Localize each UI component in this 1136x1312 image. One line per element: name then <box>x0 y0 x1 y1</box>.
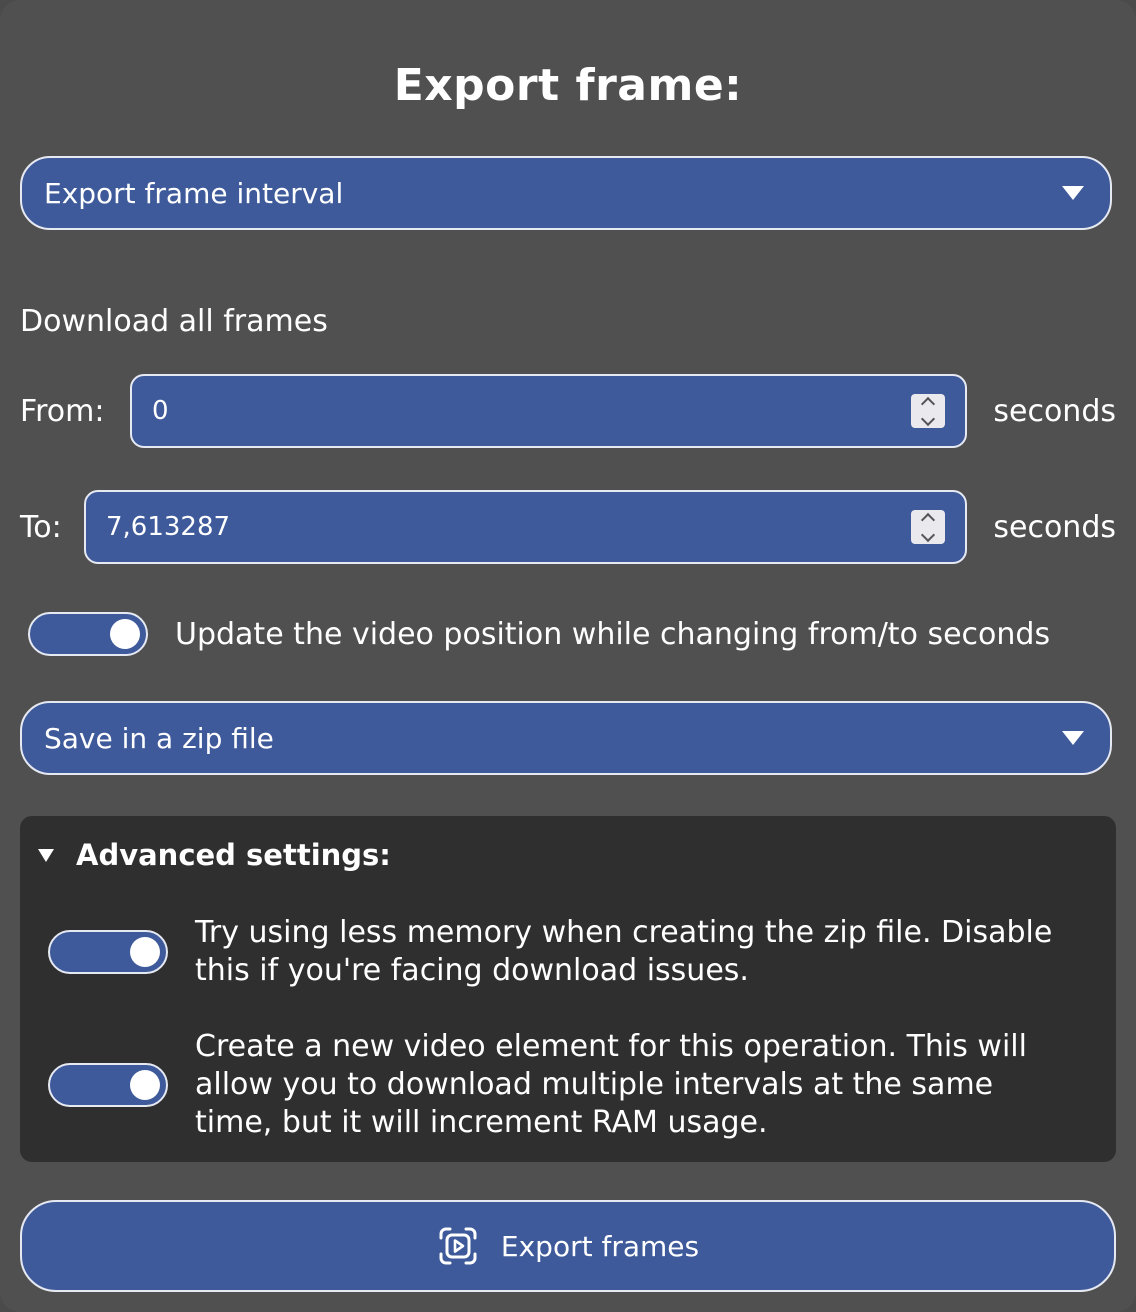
new-video-element-label-line: Create a new video element for this oper… <box>195 1029 1027 1064</box>
new-video-element-toggle[interactable] <box>48 1063 168 1107</box>
disclosure-triangle-icon <box>38 848 54 862</box>
toggle-knob <box>130 1070 160 1100</box>
save-format-select[interactable]: Save in a zip file <box>20 701 1112 775</box>
to-label: To: <box>20 510 62 545</box>
advanced-settings-summary[interactable]: Advanced settings: <box>38 838 391 872</box>
dropdown-caret-icon <box>1062 186 1084 200</box>
low-memory-label-line: Try using less memory when creating the … <box>195 915 1053 950</box>
low-memory-toggle[interactable] <box>48 930 168 974</box>
chevron-down-icon <box>920 411 936 426</box>
update-position-toggle[interactable] <box>28 612 148 656</box>
from-unit-label: seconds <box>993 394 1116 429</box>
dialog-title: Export frame: <box>393 60 743 111</box>
dropdown-caret-icon <box>1062 731 1084 745</box>
export-mode-value: Export frame interval <box>44 176 344 210</box>
low-memory-label: Try using less memory when creating the … <box>195 914 1052 990</box>
new-video-element-label: Create a new video element for this oper… <box>195 1028 1027 1142</box>
play-frame-icon <box>439 1227 477 1265</box>
advanced-settings-title: Advanced settings: <box>76 838 391 872</box>
from-seconds-input[interactable]: 0 <box>130 374 967 448</box>
toggle-knob <box>110 619 140 649</box>
low-memory-label-line: this if you're facing download issues. <box>195 953 749 988</box>
from-seconds-value: 0 <box>152 396 169 426</box>
export-frame-dialog: Export frame: Export frame interval Down… <box>0 0 1136 1312</box>
to-spinner[interactable] <box>911 510 945 544</box>
advanced-settings-panel: Advanced settings: Try using less memory… <box>20 816 1116 1162</box>
export-frames-label: Export frames <box>500 1229 700 1263</box>
update-position-label: Update the video position while changing… <box>175 617 1051 652</box>
to-seconds-value: 7,613287 <box>106 512 231 542</box>
chevron-down-icon <box>920 527 936 542</box>
save-format-value: Save in a zip file <box>44 721 274 755</box>
export-frames-button[interactable]: Export frames <box>20 1200 1116 1292</box>
new-video-element-label-line: allow you to download multiple intervals… <box>195 1067 994 1102</box>
from-label: From: <box>20 394 105 429</box>
from-spinner[interactable] <box>911 394 945 428</box>
chevron-up-icon <box>920 512 936 527</box>
interval-heading: Download all frames <box>20 304 328 339</box>
new-video-element-label-line: time, but it will increment RAM usage. <box>195 1105 768 1140</box>
to-unit-label: seconds <box>993 510 1116 545</box>
chevron-up-icon <box>920 396 936 411</box>
toggle-knob <box>130 937 160 967</box>
export-mode-select[interactable]: Export frame interval <box>20 156 1112 230</box>
to-seconds-input[interactable]: 7,613287 <box>84 490 967 564</box>
